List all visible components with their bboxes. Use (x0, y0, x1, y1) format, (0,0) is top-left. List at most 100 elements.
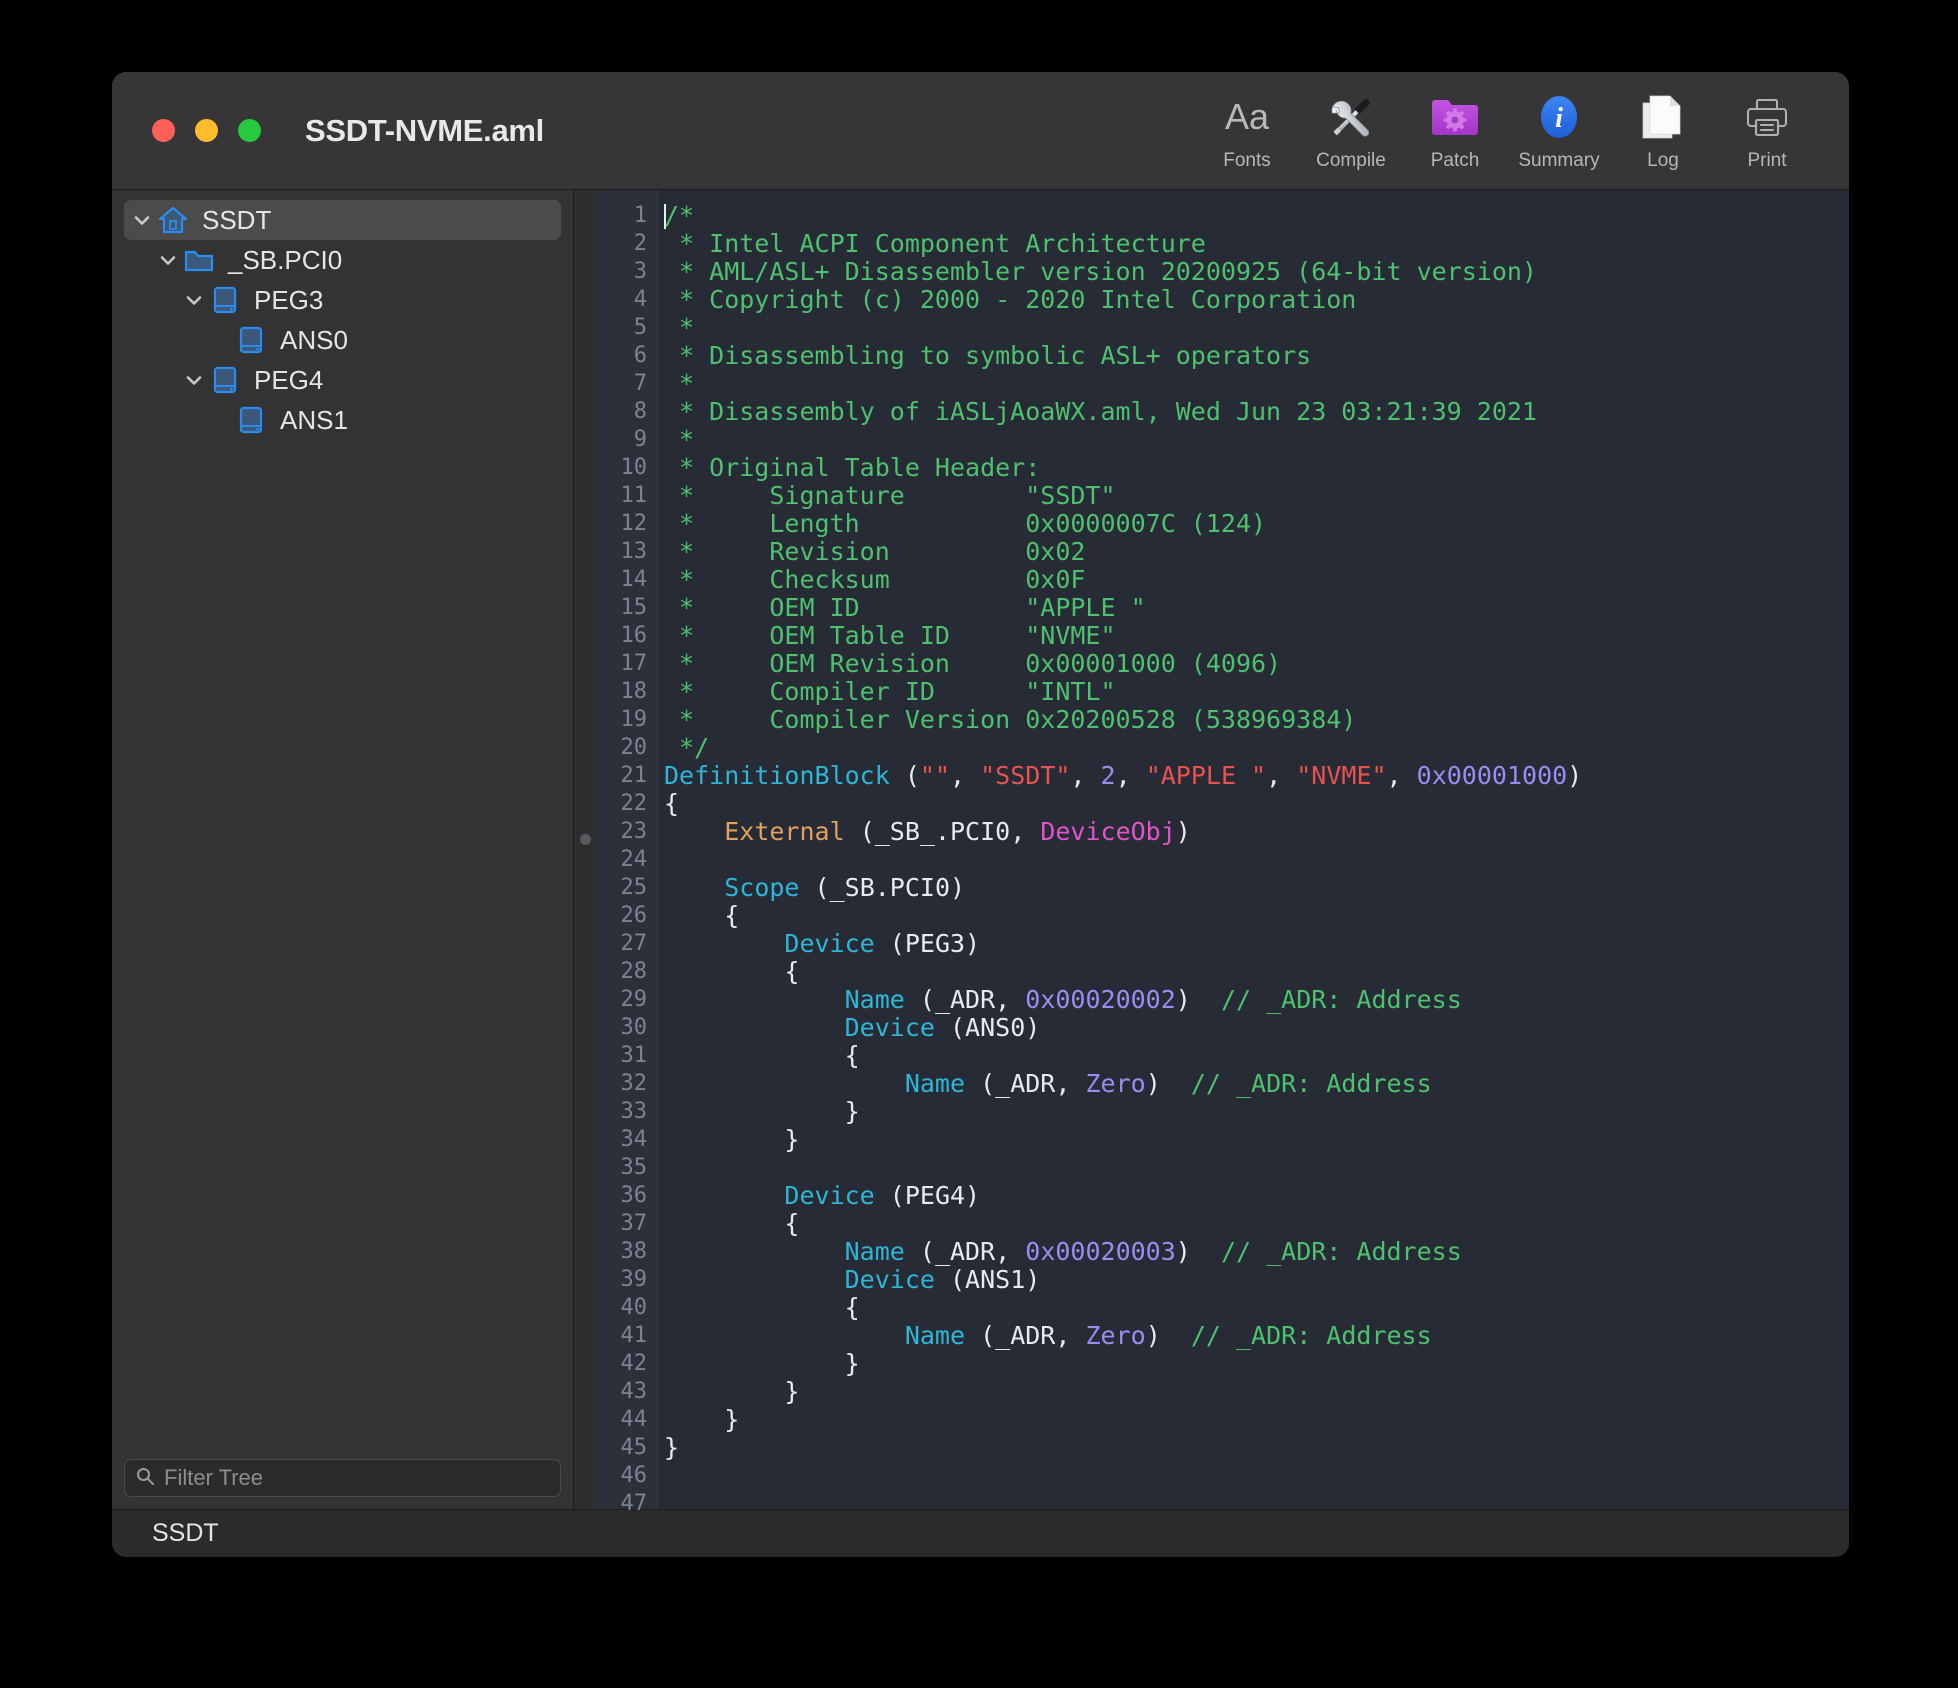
status-bar-text: SSDT (152, 1519, 219, 1548)
filter-tree-input[interactable] (164, 1465, 550, 1491)
zoom-button[interactable] (238, 119, 261, 142)
code-token-pl (664, 929, 784, 958)
tree-item-ssdt[interactable]: SSDT (124, 200, 561, 240)
toolbar-button-log[interactable]: Log (1611, 81, 1715, 181)
documents-icon (1637, 90, 1689, 144)
line-number: 2 (596, 230, 647, 258)
code-token-pl (664, 985, 845, 1014)
chevron-down-icon[interactable] (128, 206, 156, 234)
line-number: 22 (596, 790, 647, 818)
toolbar-button-print[interactable]: Print (1715, 81, 1819, 181)
code-token-typ: DeviceObj (1040, 817, 1175, 846)
code-token-pl: { (664, 1209, 799, 1238)
code-token-kw: Device (784, 929, 874, 958)
code-line: * Disassembling to symbolic ASL+ operato… (664, 342, 1849, 370)
code-token-pl: ) (1146, 1069, 1191, 1098)
line-number: 26 (596, 902, 647, 930)
tree-item-ans1[interactable]: ANS1 (124, 400, 561, 440)
search-icon (135, 1466, 155, 1491)
toolbar-button-summary[interactable]: i Summary (1507, 81, 1611, 181)
chevron-down-icon[interactable] (154, 246, 182, 274)
code-content[interactable]: /* * Intel ACPI Component Architecture *… (658, 190, 1849, 1509)
toolbar-label-patch: Patch (1431, 150, 1480, 172)
code-token-str: "NVME" (1296, 761, 1386, 790)
tree-item--sb-pci0[interactable]: _SB.PCI0 (124, 240, 561, 280)
line-number: 24 (596, 846, 647, 874)
code-token-cm: */ (664, 733, 709, 762)
window-body: SSDT _SB.PCI0 PEG3 ANS0 PEG4ANS1 (112, 190, 1849, 1509)
code-token-pl: (ANS0) (935, 1013, 1040, 1042)
code-line: Name (_ADR, 0x00020002) // _ADR: Address (664, 986, 1849, 1014)
fold-gutter[interactable] (574, 190, 596, 1509)
code-token-cm: * Compiler Version 0x20200528 (538969384… (664, 705, 1356, 734)
code-token-pl (664, 817, 724, 846)
code-line: } (664, 1126, 1849, 1154)
line-number: 33 (596, 1098, 647, 1126)
code-token-str: "APPLE " (1146, 761, 1266, 790)
line-number: 21 (596, 762, 647, 790)
filter-tree-box[interactable] (124, 1459, 561, 1497)
code-token-cm: // _ADR: Address (1221, 985, 1462, 1014)
toolbar-button-fonts[interactable]: Aa Fonts (1195, 81, 1299, 181)
tree-item-peg4[interactable]: PEG4 (124, 360, 561, 400)
code-line: * OEM Table ID "NVME" (664, 622, 1849, 650)
line-number: 13 (596, 538, 647, 566)
line-number: 41 (596, 1322, 647, 1350)
line-number: 16 (596, 622, 647, 650)
line-number: 17 (596, 650, 647, 678)
code-token-pl: , (1116, 761, 1146, 790)
device-icon (234, 323, 268, 357)
tree-item-label: _SB.PCI0 (228, 245, 342, 276)
code-token-cm: * OEM Table ID "NVME" (664, 621, 1116, 650)
code-editor[interactable]: 1234567891011121314151617181920212223242… (574, 190, 1849, 1509)
line-number: 42 (596, 1350, 647, 1378)
code-line (664, 846, 1849, 874)
chevron-down-icon[interactable] (180, 286, 208, 314)
code-token-kw: Device (784, 1181, 874, 1210)
tree-item-ans0[interactable]: ANS0 (124, 320, 561, 360)
code-token-kw: Device (845, 1013, 935, 1042)
code-line: Name (_ADR, Zero) // _ADR: Address (664, 1070, 1849, 1098)
code-token-str: "SSDT" (980, 761, 1070, 790)
tree-view[interactable]: SSDT _SB.PCI0 PEG3 ANS0 PEG4ANS1 (112, 190, 573, 1449)
code-token-cm: * Signature "SSDT" (664, 481, 1116, 510)
window-title: SSDT-NVME.aml (305, 113, 544, 149)
code-token-pl (664, 1181, 784, 1210)
device-icon (208, 363, 242, 397)
minimize-button[interactable] (195, 119, 218, 142)
code-line: * Intel ACPI Component Architecture (664, 230, 1849, 258)
code-line: * Revision 0x02 (664, 538, 1849, 566)
code-token-cm: * OEM ID "APPLE " (664, 593, 1146, 622)
line-number: 6 (596, 342, 647, 370)
line-number: 12 (596, 510, 647, 538)
toolbar-button-compile[interactable]: Compile (1299, 81, 1403, 181)
info-circle-icon: i (1533, 90, 1585, 144)
line-number: 4 (596, 286, 647, 314)
code-token-pl: } (664, 1349, 860, 1378)
code-token-pl (664, 873, 724, 902)
code-token-cm: * Intel ACPI Component Architecture (664, 229, 1206, 258)
line-number: 28 (596, 958, 647, 986)
close-button[interactable] (152, 119, 175, 142)
tree-item-label: ANS0 (280, 325, 348, 356)
toolbar-button-patch[interactable]: Patch (1403, 81, 1507, 181)
line-number-gutter: 1234567891011121314151617181920212223242… (596, 190, 658, 1509)
line-number: 1 (596, 202, 647, 230)
line-number: 7 (596, 370, 647, 398)
code-line: Scope (_SB.PCI0) (664, 874, 1849, 902)
code-line: { (664, 1294, 1849, 1322)
chevron-down-icon[interactable] (180, 366, 208, 394)
line-number: 3 (596, 258, 647, 286)
code-token-pl: (_ADR, (905, 985, 1025, 1014)
code-token-pl: (PEG3) (875, 929, 980, 958)
line-number: 35 (596, 1154, 647, 1182)
code-token-pl (664, 1265, 845, 1294)
tree-item-peg3[interactable]: PEG3 (124, 280, 561, 320)
folder-icon (182, 243, 216, 277)
fold-marker-dot[interactable] (580, 834, 591, 845)
window-titlebar: SSDT-NVME.aml Aa Fonts (112, 72, 1849, 190)
fonts-aa-icon: Aa (1225, 90, 1269, 144)
code-line: Name (_ADR, Zero) // _ADR: Address (664, 1322, 1849, 1350)
line-number: 27 (596, 930, 647, 958)
code-line: { (664, 1042, 1849, 1070)
